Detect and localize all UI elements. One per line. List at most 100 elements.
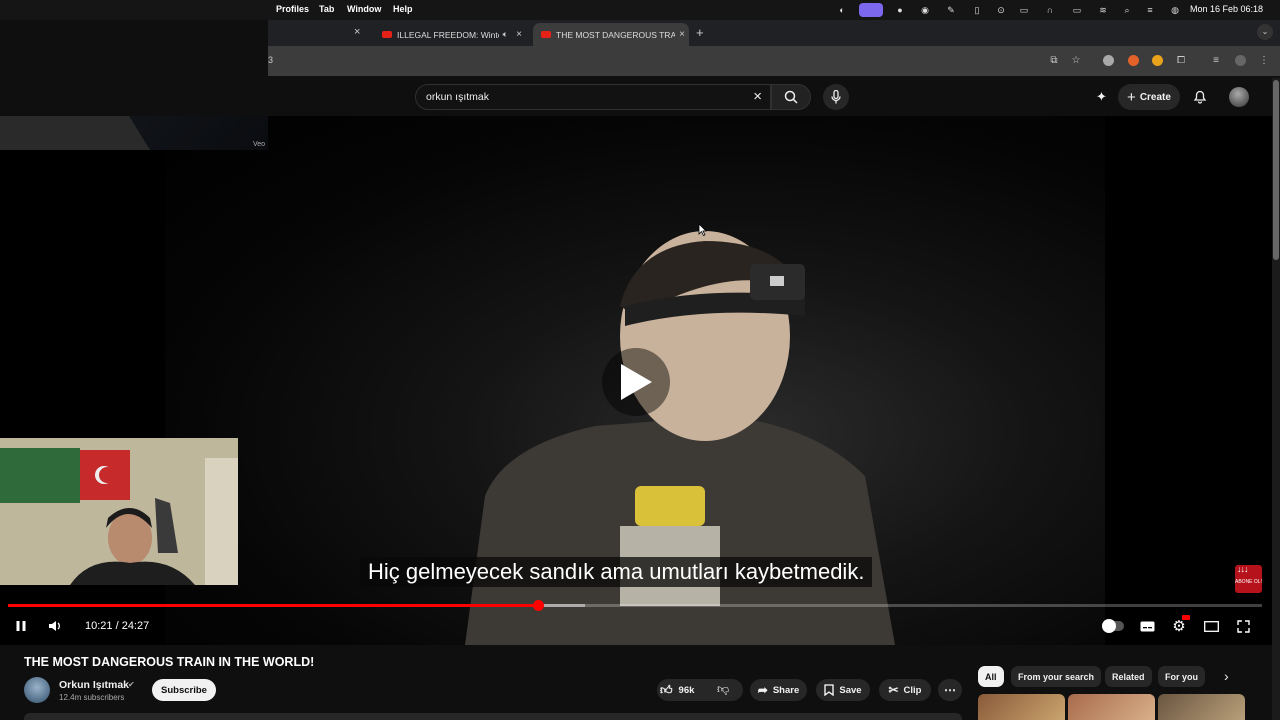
voice-search-button[interactable] [823, 84, 849, 110]
page-scrollbar-track[interactable] [1272, 78, 1280, 720]
channel-avatar[interactable] [24, 677, 50, 703]
like-button[interactable]: 👍︎ 96k [660, 682, 706, 698]
url-fragment[interactable]: 3 [268, 55, 273, 65]
address-bar[interactable]: 3 ⧉ ☆ ⧠ ≡ ⋮ [268, 46, 1280, 76]
search-button[interactable] [771, 84, 811, 110]
more-actions-button[interactable]: ⋯ [938, 679, 962, 701]
install-app-icon[interactable]: ⧉ [1048, 55, 1060, 67]
close-icon[interactable]: × [512, 29, 526, 40]
settings-button[interactable]: ⚙ [1170, 615, 1190, 636]
plus-icon: + [1127, 88, 1136, 106]
related-thumbnail[interactable] [1068, 694, 1155, 720]
battery-icon[interactable]: ▭ [1069, 4, 1085, 16]
related-thumbnail[interactable] [978, 694, 1065, 720]
sync-icon[interactable]: ◐ [836, 4, 848, 16]
notifications-bell-icon[interactable] [1193, 89, 1207, 104]
clear-search-icon[interactable]: × [753, 88, 762, 105]
scrubber-handle[interactable] [532, 600, 544, 611]
chevron-right-icon[interactable]: › [1224, 668, 1229, 684]
more-menu-icon[interactable]: ⋮ [1258, 55, 1270, 67]
control-center-icon[interactable]: ≡ [1144, 4, 1156, 16]
create-label: Create [1139, 91, 1171, 103]
extension-icon[interactable] [1152, 55, 1163, 66]
pause-button[interactable] [12, 616, 30, 636]
chip-all[interactable]: All [978, 666, 1004, 687]
webcam-overlay-room [0, 438, 238, 585]
verified-badge-icon: ✔ [128, 680, 135, 689]
chip-related[interactable]: Related [1105, 666, 1152, 687]
page-scrollbar-thumb[interactable] [1273, 80, 1279, 260]
previous-tab-close-icon[interactable]: × [354, 26, 360, 38]
share-label: Share [772, 684, 800, 696]
down-arrows-icon: ↓↓↓ [1237, 564, 1248, 574]
chip-for-you[interactable]: For you [1158, 666, 1205, 687]
subscribe-sticker[interactable]: ↓↓↓ ABONE OL! [1235, 565, 1262, 593]
channel-name[interactable]: Orkun Işıtmak [59, 679, 129, 691]
create-button[interactable]: + Create [1118, 84, 1180, 110]
search-input[interactable]: orkun ışıtmak × [415, 84, 771, 110]
description-box[interactable] [24, 713, 962, 720]
fullscreen-button[interactable] [1234, 616, 1252, 636]
tab-title: ILLEGAL FREEDOM: Winter [397, 29, 499, 40]
spotify-icon[interactable]: ◉ [919, 4, 931, 16]
webcam-driver-image [0, 116, 150, 150]
bookmark-star-icon[interactable]: ☆ [1070, 55, 1082, 67]
speaker-icon[interactable]: 🔈︎ [503, 29, 508, 40]
subscribe-button[interactable]: Subscribe [152, 679, 216, 701]
like-count: 96k [678, 684, 695, 696]
save-button[interactable]: Save [816, 679, 870, 701]
new-tab-icon[interactable]: + [696, 25, 704, 40]
sparkle-icon[interactable]: ✦ [1096, 89, 1107, 105]
spotlight-search-icon[interactable]: ⌕ [1121, 4, 1133, 16]
share-button[interactable]: ➦ Share [750, 679, 807, 701]
youtube-header: orkun ışıtmak × ✦ + Create [268, 78, 1272, 116]
fullscreen-icon [1236, 619, 1250, 633]
menu-tab[interactable]: Tab [319, 4, 334, 14]
account-avatar[interactable] [1229, 87, 1249, 107]
autoplay-toggle[interactable] [1101, 616, 1125, 636]
menubar-clock[interactable]: Mon 16 Feb 06:18 [1190, 4, 1263, 14]
subscriber-count: 12.4m subscribers [59, 693, 125, 702]
menu-profiles[interactable]: Profiles [276, 4, 309, 14]
profile-avatar-icon[interactable] [1235, 55, 1246, 66]
headphones-icon[interactable]: ∩ [1044, 4, 1056, 16]
screen-record-icon[interactable] [859, 3, 883, 17]
video-title: THE MOST DANGEROUS TRAIN IN THE WORLD! [24, 655, 315, 669]
theater-mode-button[interactable] [1202, 616, 1220, 636]
pause-icon [16, 621, 26, 631]
progress-bar[interactable] [8, 600, 1262, 611]
video-player[interactable]: Veo Hiç gelmeyecek sandık ama umutları k… [0, 116, 1272, 645]
play-circle-icon[interactable]: ⊙ [995, 4, 1007, 16]
close-icon[interactable]: × [675, 29, 689, 40]
time-display: 10:21 / 24:27 [85, 620, 150, 632]
menu-help[interactable]: Help [393, 4, 413, 14]
clip-button[interactable]: ✂ Clip [879, 679, 931, 701]
scissors-icon: ✂ [888, 683, 899, 697]
wifi-icon[interactable]: ≋ [1097, 4, 1109, 16]
car-icon[interactable]: ▭ [1018, 4, 1030, 16]
save-label: Save [839, 684, 862, 696]
siri-icon[interactable]: ◍ [1169, 4, 1181, 16]
extensions-puzzle-icon[interactable]: ⧠ [1175, 55, 1187, 67]
dot-icon[interactable]: ● [894, 4, 906, 16]
thumbs-down-icon[interactable]: 👎︎ [717, 682, 729, 697]
tab-most-dangerous-train[interactable]: THE MOST DANGEROUS TRAIN × [533, 23, 689, 46]
subscribe-label: Subscribe [161, 684, 207, 696]
chip-from-your-search[interactable]: From your search [1011, 666, 1102, 687]
played-bar [8, 604, 538, 607]
related-thumbnail[interactable] [1158, 694, 1245, 720]
play-button[interactable] [602, 348, 670, 416]
share-arrow-icon: ➦ [757, 683, 768, 697]
tab-search-chevron-icon[interactable]: ⌄ [1257, 24, 1273, 40]
extension-icon[interactable] [1103, 55, 1114, 66]
tab-illegal-freedom[interactable]: ILLEGAL FREEDOM: Winter 🔈︎ × [374, 23, 526, 46]
menu-window[interactable]: Window [347, 4, 381, 14]
search-icon [784, 90, 798, 104]
subtitles-button[interactable] [1138, 616, 1156, 636]
webcam-label: Veo [253, 141, 266, 148]
pen-icon[interactable]: ✎ [945, 4, 957, 16]
extension-icon[interactable] [1128, 55, 1139, 66]
bottle-icon[interactable]: ▯ [971, 4, 983, 16]
volume-button[interactable] [45, 616, 65, 636]
media-controls-icon[interactable]: ≡ [1210, 55, 1222, 67]
